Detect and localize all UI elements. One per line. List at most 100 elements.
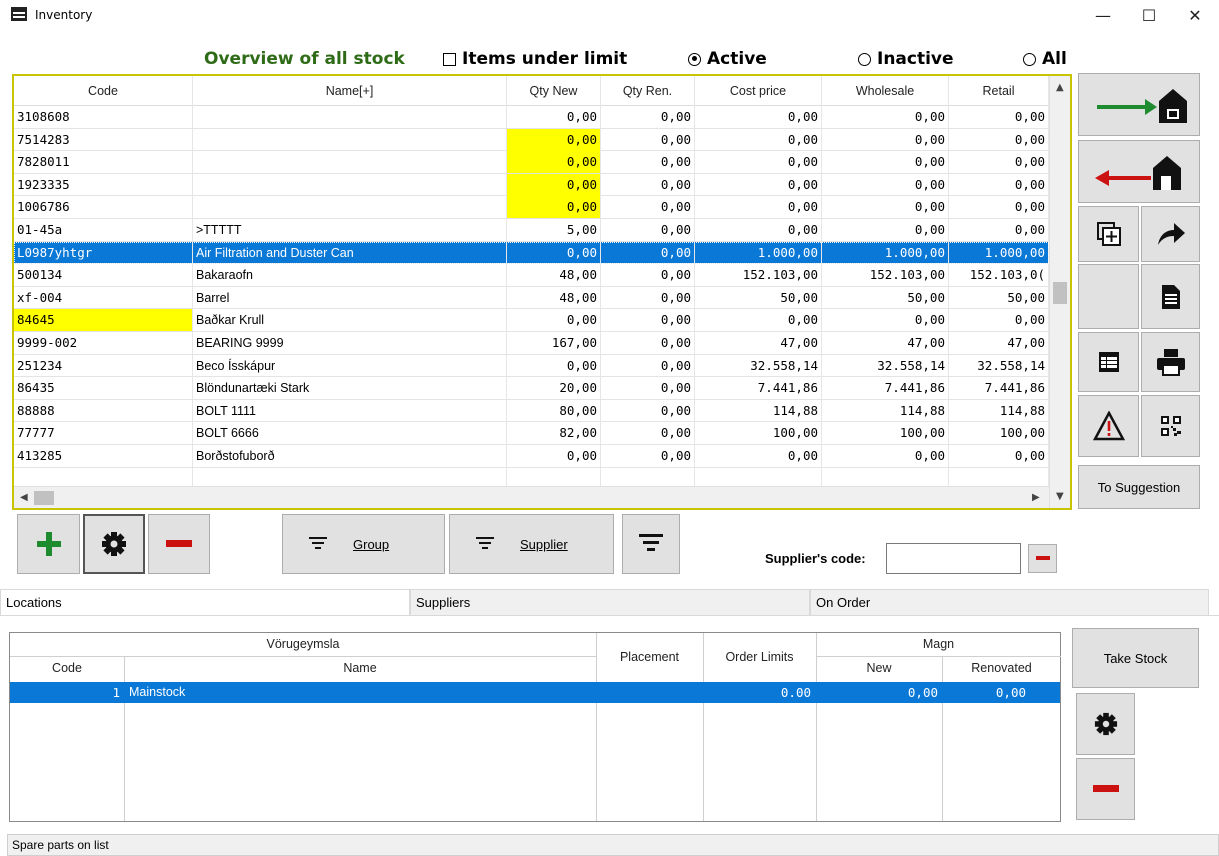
table-row[interactable]: 3108608 0,00 0,00 0,00 0,00 0,00 [14,106,1049,129]
cell-qty-new: 48,00 [507,286,601,309]
print-button[interactable] [1141,332,1200,392]
cell-retail: 1.000,00 [949,241,1049,264]
table-row[interactable]: xf-004 Barrel 48,00 0,00 50,00 50,00 50,00 [14,286,1049,310]
col-header-name[interactable]: Name[+] [193,76,507,106]
radio-inactive[interactable]: Inactive [858,49,954,69]
radio-all[interactable]: All [1023,49,1067,69]
table-row[interactable] [14,467,1049,486]
items-under-limit-checkbox[interactable]: Items under limit [443,49,627,69]
stock-in-button[interactable] [1078,73,1200,136]
spreadsheet-button[interactable] [1078,332,1139,392]
forward-button[interactable] [1141,206,1200,262]
locations-grid[interactable]: Vörugeymsla Code Name Placement Order Li… [9,632,1061,822]
filter-button[interactable] [622,514,680,574]
warning-button[interactable] [1078,395,1139,457]
tab-suppliers[interactable]: Suppliers [410,589,810,616]
table-row[interactable]: 86435 Blöndunartæki Stark 20,00 0,00 7.441,8… [14,377,1049,400]
table-row[interactable]: 7828011 0,00 0,00 0,00 0,00 0,00 [14,151,1049,174]
settings-button[interactable] [83,514,145,574]
minimize-button[interactable]: — [1080,0,1126,30]
table-row[interactable]: 88888 BOLT 1111 80,00 0,00 114,88 114,88 114,8… [14,399,1049,423]
cell-retail: 47,00 [949,332,1049,354]
cell-cost-price: 152.103,00 [695,264,822,287]
cell-retail: 100,00 [949,422,1049,445]
table-row[interactable]: 7514283 0,00 0,00 0,00 0,00 0,00 [14,128,1049,152]
col-header-new[interactable]: New [816,661,942,675]
col-header-qty-ren[interactable]: Qty Ren. [601,76,695,106]
cell-cost-price: 1.000,00 [695,241,822,264]
table-row[interactable]: 1006786 0,00 0,00 0,00 0,00 0,00 [14,196,1049,219]
table-row[interactable]: 77777 BOLT 6666 82,00 0,00 100,00 100,00 100,0… [14,422,1049,445]
group-filter-label: Group [353,536,390,552]
scroll-thumb[interactable] [34,491,54,505]
location-order-limits: 0.00 [780,685,811,700]
radio-active[interactable]: Active [688,49,767,69]
location-remove-button[interactable] [1076,758,1135,820]
col-header-qty-new[interactable]: Qty New [507,76,601,106]
copy-add-button[interactable] [1078,206,1139,262]
group-filter-button[interactable]: Group [282,514,445,574]
scroll-left-icon[interactable]: ◀ [20,492,28,503]
cell-name [193,196,507,219]
cell-cost-price: 0,00 [695,219,822,241]
location-settings-button[interactable] [1076,693,1135,755]
stock-grid-body: Code Name[+] Qty New Qty Ren. Cost price… [14,76,1049,486]
cell-cost-price: 7.441,86 [695,377,822,400]
remove-button[interactable] [148,514,210,574]
to-suggestion-button[interactable]: To Suggestion [1078,465,1200,509]
vertical-scrollbar[interactable]: ▲ ▼ [1049,76,1070,508]
cell-qty-new: 167,00 [507,332,601,354]
stock-grid[interactable]: Code Name[+] Qty New Qty Ren. Cost price… [12,74,1072,510]
cell-wholesale: 0,00 [822,128,949,151]
stock-out-button[interactable] [1078,140,1200,203]
col-header-retail[interactable]: Retail [949,76,1049,106]
cell-qty-new: 0,00 [507,241,601,264]
cell-qty-new: 0,00 [507,196,601,219]
col-header-code[interactable]: Code [14,76,193,106]
table-row[interactable]: 413285 Borðstofuborð 0,00 0,00 0,00 0,00 0,00 [14,445,1049,468]
suppliers-code-input[interactable] [886,543,1021,574]
col-header-cost-price[interactable]: Cost price [695,76,822,106]
col-header-wholesale[interactable]: Wholesale [822,76,949,106]
col-header-placement[interactable]: Placement [596,650,703,664]
col-header-order-limits[interactable]: Order Limits [703,650,816,664]
close-button[interactable]: ✕ [1172,0,1218,30]
cell-qty-new: 0,00 [507,354,601,377]
clear-suppliers-code-button[interactable] [1028,544,1057,573]
table-row[interactable]: 9999-002 BEARING 9999 167,00 0,00 47,00 47,00… [14,332,1049,355]
cell-code: L0987yhtgr [14,241,193,264]
header-divider [816,656,1061,657]
scroll-right-icon[interactable]: ▶ [1032,492,1040,503]
blank-button[interactable] [1078,264,1139,329]
take-stock-button[interactable]: Take Stock [1072,628,1199,688]
tab-locations[interactable]: Locations [0,589,410,616]
table-row[interactable]: 1923335 0,00 0,00 0,00 0,00 0,00 [14,173,1049,197]
horizontal-scrollbar[interactable]: ◀ ▶ [14,486,1049,508]
col-header-name[interactable]: Name [124,661,596,675]
add-button[interactable] [17,514,80,574]
suppliers-code-label: Supplier's code: [765,551,866,566]
col-header-code[interactable]: Code [10,661,124,675]
scroll-up-icon[interactable]: ▲ [1056,82,1064,93]
cell-cost-price: 50,00 [695,286,822,309]
qr-code-button[interactable] [1141,395,1200,457]
col-header-renovated[interactable]: Renovated [942,661,1061,675]
document-icon [1161,284,1180,309]
maximize-button[interactable]: ☐ [1126,0,1172,30]
supplier-filter-button[interactable]: Supplier [449,514,614,574]
tab-on-order[interactable]: On Order [810,589,1209,616]
cell-name: BOLT 1111 [193,399,507,422]
cell-code: 86435 [14,377,193,400]
table-row[interactable]: L0987yhtgr Air Filtration and Duster Can 0… [14,241,1049,265]
document-button[interactable] [1141,264,1200,329]
table-row[interactable]: 01-45a >TTTTT 5,00 0,00 0,00 0,00 0,00 [14,219,1049,242]
scroll-thumb[interactable] [1053,282,1067,304]
header-divider [10,656,596,657]
location-row[interactable]: 1 Mainstock 0.00 0,00 0,00 [10,682,1060,703]
cell-qty-new: 0,00 [507,128,601,151]
table-row[interactable]: 84645 Baðkar Krull 0,00 0,00 0,00 0,00 0,00 [14,309,1049,332]
scroll-down-icon[interactable]: ▼ [1056,491,1064,502]
overview-title: Overview of all stock [204,49,405,69]
table-row[interactable]: 500134 Bakaraofn 48,00 0,00 152.103,00 152.10… [14,264,1049,287]
table-row[interactable]: 251234 Beco Ísskápur 0,00 0,00 32.558,14 32.5… [14,354,1049,378]
